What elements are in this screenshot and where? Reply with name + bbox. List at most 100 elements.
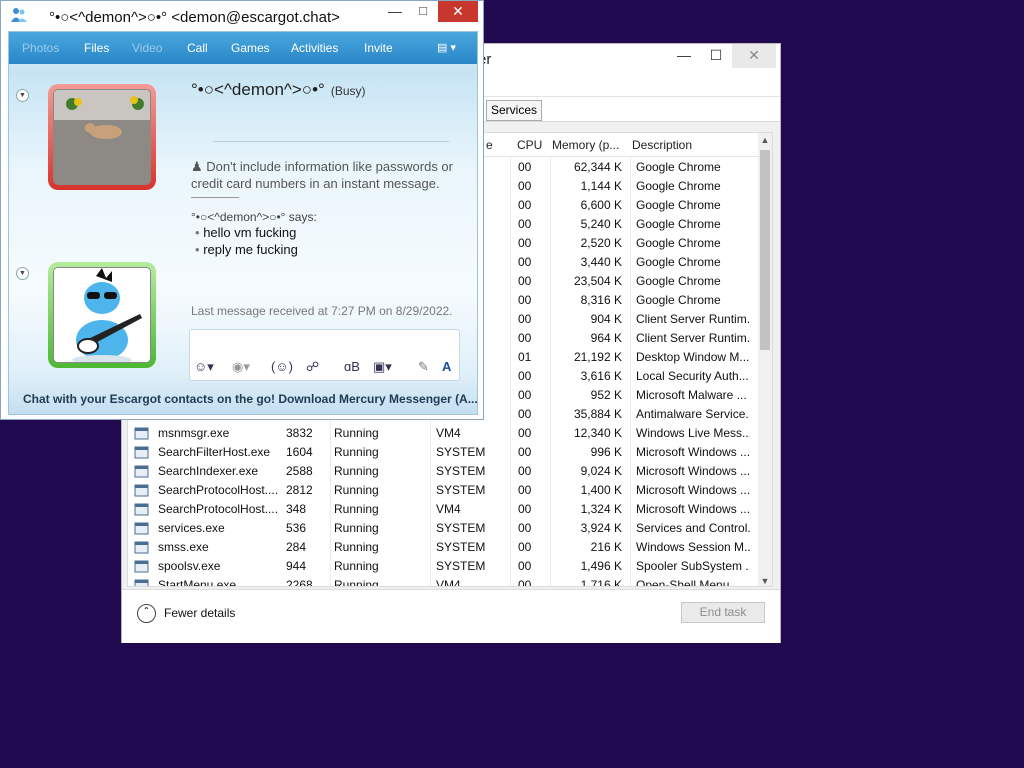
cell-mem: 5,240 K <box>580 217 622 231</box>
text-format-icon[interactable]: A <box>442 359 451 374</box>
cell-pid: 1604 <box>286 445 313 459</box>
cell-desc: Microsoft Windows ... <box>636 483 750 497</box>
cell-user: VM4 <box>436 578 461 587</box>
cell-mem: 1,144 K <box>580 179 622 193</box>
table-row[interactable]: spoolsv.exe 944 Running SYSTEM 00 1,496 K Spoo… <box>128 557 762 576</box>
chevron-up-icon[interactable]: ˆ <box>137 604 156 623</box>
cell-mem: 12,340 K <box>573 426 622 440</box>
cell-desc: Google Chrome <box>636 236 721 250</box>
column-header-description[interactable]: Description <box>632 138 692 152</box>
cell-mem: 35,884 K <box>573 407 622 421</box>
cell-cpu: 00 <box>518 179 532 193</box>
cell-mem: 216 K <box>590 540 622 554</box>
maximize-icon[interactable]: ☐ <box>696 44 736 68</box>
collapse-icon[interactable]: ▼ <box>16 89 29 102</box>
cell-desc: Google Chrome <box>636 255 721 269</box>
nav-activities[interactable]: Activities <box>291 41 338 55</box>
cell-desc: Desktop Window M... <box>636 350 750 364</box>
cell-status: Running <box>334 483 379 497</box>
messenger-title: °•○<^demon^>○•° <demon@escargot.chat> <box>49 9 340 26</box>
cell-pid: 2268 <box>286 578 313 587</box>
cell-pid: 2588 <box>286 464 313 478</box>
cell-mem: 952 K <box>590 388 622 402</box>
cell-mem: 996 K <box>590 445 622 459</box>
table-row[interactable]: smss.exe 284 Running SYSTEM 00 216 K Windows S… <box>128 538 762 557</box>
messenger-window: °•○<^demon^>○•° <demon@escargot.chat> — … <box>0 0 484 420</box>
background-icon[interactable]: ▣▾ <box>373 359 392 375</box>
cell-mem: 1,400 K <box>580 483 622 497</box>
cell-cpu: 00 <box>518 521 532 535</box>
process-icon <box>134 559 149 574</box>
vertical-scrollbar[interactable]: ▲ ▼ <box>758 133 772 586</box>
column-header-memory[interactable]: Memory (p... <box>552 138 619 152</box>
emoticon-icon[interactable]: ☺▾ <box>194 359 214 375</box>
cell-status: Running <box>334 540 379 554</box>
cell-cpu: 00 <box>518 540 532 554</box>
table-row[interactable]: SearchProtocolHost.... 348 Running VM4 00 1,3… <box>128 500 762 519</box>
cell-mem: 3,616 K <box>580 369 622 383</box>
cell-mem: 1,716 K <box>580 578 622 587</box>
cell-cpu: 00 <box>518 274 532 288</box>
info-icon: ♟ <box>191 159 203 174</box>
nudge-icon[interactable]: (☺) <box>271 359 293 374</box>
column-header-partial[interactable]: e <box>486 138 493 152</box>
cell-user: VM4 <box>436 502 461 516</box>
font-icon[interactable]: ɑΒ <box>344 359 360 374</box>
nav-call[interactable]: Call <box>187 41 208 55</box>
self-avatar[interactable] <box>48 262 156 368</box>
menu-icon[interactable]: ▤ ▾ <box>437 41 463 55</box>
process-icon <box>134 578 149 586</box>
nav-invite[interactable]: Invite <box>364 41 393 55</box>
table-row[interactable]: services.exe 536 Running SYSTEM 00 3,924 K Ser… <box>128 519 762 538</box>
handwriting-icon[interactable]: ✎ <box>418 359 429 375</box>
message-text: hello vm fucking <box>203 225 297 240</box>
cell-desc: Google Chrome <box>636 160 721 174</box>
cell-desc: Client Server Runtim... <box>636 331 750 345</box>
conversation-panel: Photos Files Video Call Games Activities… <box>8 31 478 415</box>
cell-mem: 904 K <box>590 312 622 326</box>
collapse-icon[interactable]: ▼ <box>16 267 29 280</box>
table-row[interactable]: SearchFilterHost.exe 1604 Running SYSTEM 00 9… <box>128 443 762 462</box>
cell-cpu: 00 <box>518 407 532 421</box>
nav-video[interactable]: Video <box>132 41 162 55</box>
close-icon[interactable]: ✕ <box>732 44 776 68</box>
tab-services[interactable]: Services <box>486 100 543 121</box>
wink-icon[interactable]: ◉▾ <box>232 359 250 375</box>
cell-user: VM4 <box>436 426 461 440</box>
nav-games[interactable]: Games <box>231 41 270 55</box>
scroll-up-icon[interactable]: ▲ <box>758 133 772 147</box>
cell-user: SYSTEM <box>436 445 486 459</box>
cell-desc: Local Security Auth... <box>636 369 749 383</box>
cell-cpu: 00 <box>518 483 532 497</box>
cell-pid: 348 <box>286 502 307 516</box>
cell-cpu: 00 <box>518 464 532 478</box>
cell-desc: Open-Shell Menu <box>636 578 730 587</box>
scroll-down-icon[interactable]: ▼ <box>758 574 772 586</box>
divider <box>191 197 239 198</box>
table-row[interactable]: StartMenu.exe 2268 Running VM4 00 1,716 K Open… <box>128 576 762 587</box>
maximize-icon[interactable]: □ <box>409 3 437 23</box>
cell-cpu: 00 <box>518 293 532 307</box>
cell-desc: Google Chrome <box>636 293 721 307</box>
minimize-icon[interactable]: — <box>381 3 409 23</box>
contact-avatar[interactable] <box>48 84 156 190</box>
column-header-cpu[interactable]: CPU <box>517 138 542 152</box>
format-toolbar: ☺▾ ◉▾ (☺) ☍ ɑΒ ▣▾ ✎ A <box>191 356 461 382</box>
nav-files[interactable]: Files <box>84 41 109 55</box>
cell-desc: Google Chrome <box>636 179 721 193</box>
nav-photos[interactable]: Photos <box>22 41 59 55</box>
table-row[interactable]: SearchIndexer.exe 2588 Running SYSTEM 00 9,02… <box>128 462 762 481</box>
table-row[interactable]: SearchProtocolHost.... 2812 Running SYSTEM 0… <box>128 481 762 500</box>
table-row[interactable]: msnmsgr.exe 3832 Running VM4 00 12,340 K Windo… <box>128 424 762 443</box>
voice-clip-icon[interactable]: ☍ <box>306 359 319 375</box>
cell-cpu: 00 <box>518 312 532 326</box>
fewer-details-link[interactable]: Fewer details <box>164 606 235 620</box>
self-display-picture <box>53 267 151 363</box>
end-task-button[interactable]: End task <box>681 602 765 623</box>
cell-user: SYSTEM <box>436 559 486 573</box>
contact-status: (Busy) <box>330 84 366 98</box>
close-icon[interactable]: ✕ <box>438 1 478 22</box>
cell-user: SYSTEM <box>436 540 486 554</box>
promo-banner[interactable]: Chat with your Escargot contacts on the … <box>23 392 478 406</box>
scrollbar-thumb[interactable] <box>760 150 770 350</box>
